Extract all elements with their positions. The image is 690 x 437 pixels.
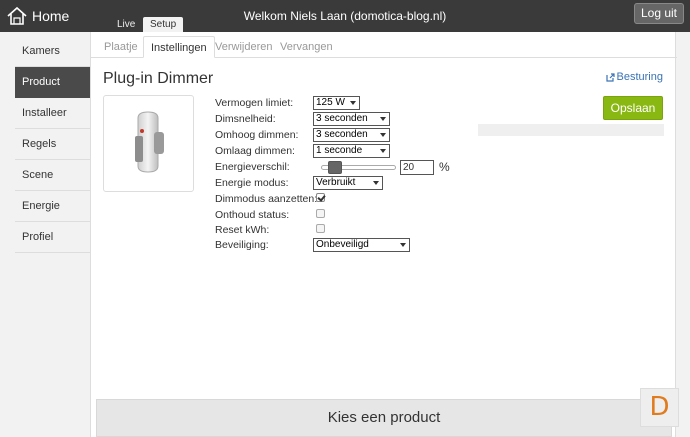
remember-status-label: Onthoud status: bbox=[215, 209, 290, 221]
chevron-down-icon bbox=[350, 101, 356, 105]
chevron-down-icon bbox=[380, 149, 386, 153]
dim-down-label: Omlaag dimmen: bbox=[215, 145, 295, 157]
reset-kwh-checkbox[interactable] bbox=[316, 224, 325, 233]
slider-handle[interactable] bbox=[328, 161, 343, 174]
tab-setup[interactable]: Setup bbox=[143, 17, 184, 32]
sidebar: Kamers Product Installeer Regels Scene E… bbox=[15, 36, 90, 253]
security-label: Beveiliging: bbox=[215, 239, 269, 251]
chevron-down-icon bbox=[400, 243, 406, 247]
energy-diff-label: Energieverschil: bbox=[215, 161, 290, 173]
setting-dim-down: Omlaag dimmen: 1 seconde bbox=[215, 144, 535, 159]
energy-mode-value: Verbruikt bbox=[316, 177, 356, 188]
security-value: Onbeveiligd bbox=[316, 239, 369, 250]
dim-up-select[interactable]: 3 seconden bbox=[313, 128, 390, 142]
logout-button[interactable]: Log uit bbox=[633, 3, 684, 24]
sidebar-item-regels[interactable]: Regels bbox=[15, 129, 90, 160]
tab-live[interactable]: Live bbox=[110, 17, 142, 32]
dim-up-value: 3 seconden bbox=[316, 129, 368, 140]
site-logo: D bbox=[640, 388, 679, 427]
setting-power-limit: Vermogen limiet: 125 W bbox=[215, 96, 535, 111]
setting-energy-diff: Energieverschil: 20 % bbox=[215, 160, 535, 175]
sidebar-item-installeer[interactable]: Installeer bbox=[15, 98, 90, 129]
product-image bbox=[103, 95, 194, 192]
dim-up-label: Omhoog dimmen: bbox=[215, 129, 299, 141]
setting-security: Beveiliging: Onbeveiligd bbox=[215, 238, 535, 253]
chevron-down-icon bbox=[373, 181, 379, 185]
energy-mode-label: Energie modus: bbox=[215, 177, 289, 189]
power-limit-select[interactable]: 125 W bbox=[313, 96, 360, 110]
progress-bar bbox=[478, 124, 664, 136]
tab-verwijderen[interactable]: Verwijderen bbox=[208, 36, 279, 58]
dim-speed-select[interactable]: 3 seconden bbox=[313, 112, 390, 126]
power-limit-value: 125 W bbox=[316, 97, 345, 108]
chevron-down-icon bbox=[380, 117, 386, 121]
sidebar-item-kamers[interactable]: Kamers bbox=[15, 36, 90, 67]
power-limit-label: Vermogen limiet: bbox=[215, 97, 294, 109]
security-select[interactable]: Onbeveiligd bbox=[313, 238, 410, 252]
energy-mode-select[interactable]: Verbruikt bbox=[313, 176, 383, 190]
sidebar-item-energie[interactable]: Energie bbox=[15, 191, 90, 222]
tab-vervangen[interactable]: Vervangen bbox=[273, 36, 340, 58]
remember-status-checkbox[interactable] bbox=[316, 209, 325, 218]
content-panel: Plaatje Instellingen Verwijderen Vervang… bbox=[90, 32, 677, 437]
plug-dimmer-icon bbox=[135, 111, 164, 173]
welcome-text: Welkom Niels Laan (domotica-blog.nl) bbox=[243, 9, 447, 23]
subtab-bar: Plaatje Instellingen Verwijderen Vervang… bbox=[91, 36, 677, 58]
save-button[interactable]: Opslaan bbox=[603, 96, 663, 120]
external-link-icon bbox=[605, 72, 615, 82]
home-button[interactable]: Home bbox=[6, 4, 69, 28]
home-icon bbox=[7, 6, 27, 25]
control-link[interactable]: Besturing bbox=[605, 71, 663, 83]
dim-mode-label: Dimmodus aanzetten: bbox=[215, 193, 318, 205]
sidebar-item-product[interactable]: Product bbox=[15, 67, 90, 98]
energy-diff-input[interactable]: 20 bbox=[400, 160, 434, 175]
page-title: Plug-in Dimmer bbox=[103, 70, 214, 87]
dim-down-select[interactable]: 1 seconde bbox=[313, 144, 390, 158]
dim-speed-label: Dimsnelheid: bbox=[215, 113, 276, 125]
energy-diff-slider[interactable] bbox=[321, 161, 396, 174]
tab-plaatje[interactable]: Plaatje bbox=[97, 36, 145, 58]
chevron-down-icon bbox=[380, 133, 386, 137]
choose-product-bar[interactable]: Kies een product bbox=[96, 399, 672, 437]
sidebar-item-scene[interactable]: Scene bbox=[15, 160, 90, 191]
dim-down-value: 1 seconde bbox=[316, 145, 363, 156]
setting-reset-kwh: Reset kWh: bbox=[215, 223, 535, 238]
dim-mode-checkbox[interactable] bbox=[316, 193, 325, 202]
reset-kwh-label: Reset kWh: bbox=[215, 224, 270, 236]
dim-speed-value: 3 seconden bbox=[316, 113, 368, 124]
setting-remember-status: Onthoud status: bbox=[215, 208, 535, 223]
control-link-label: Besturing bbox=[616, 71, 663, 83]
setting-energy-mode: Energie modus: Verbruikt bbox=[215, 176, 535, 191]
home-label: Home bbox=[32, 8, 70, 24]
tab-instellingen[interactable]: Instellingen bbox=[143, 36, 215, 58]
top-bar: Home Live Setup Welkom Niels Laan (domot… bbox=[0, 0, 690, 32]
percent-unit: % bbox=[439, 160, 450, 174]
sidebar-item-profiel[interactable]: Profiel bbox=[15, 222, 90, 253]
setting-dim-mode: Dimmodus aanzetten: bbox=[215, 192, 535, 207]
